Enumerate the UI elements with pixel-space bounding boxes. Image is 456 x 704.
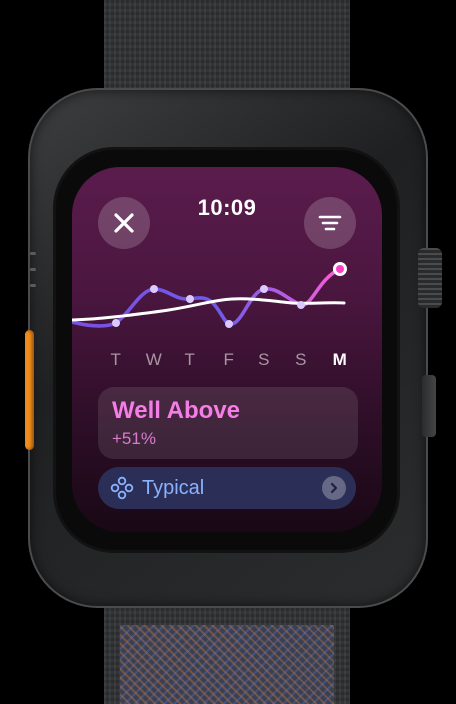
trend-point	[112, 319, 120, 327]
speaker-grille	[30, 268, 36, 271]
typical-label: Typical	[142, 476, 205, 499]
digital-crown[interactable]	[418, 248, 442, 308]
trend-point	[260, 285, 268, 293]
trend-current-point-core	[336, 265, 344, 273]
summary-change: +51%	[112, 429, 156, 448]
weekday-label: W	[145, 350, 163, 369]
summary-title: Well Above	[112, 397, 241, 424]
weekday-label: F	[223, 350, 235, 369]
action-button[interactable]	[25, 330, 34, 450]
summary-card[interactable]: Well Above +51%	[98, 387, 358, 459]
weekday-label: S	[258, 350, 270, 369]
chevron-right-icon	[322, 476, 346, 500]
filter-lines-icon	[318, 215, 342, 231]
speaker-grille	[30, 252, 36, 255]
weekday-label: T	[110, 350, 122, 369]
typical-range-icon	[110, 476, 134, 500]
weekday-label: S	[295, 350, 307, 369]
watch-band-weave	[120, 625, 334, 704]
trend-point	[186, 295, 194, 303]
side-button[interactable]	[422, 375, 436, 437]
weekday-label-current: M	[332, 350, 348, 369]
trend-point	[225, 320, 233, 328]
typical-range-button[interactable]: Typical	[98, 467, 356, 509]
trend-point	[297, 301, 305, 309]
trend-point	[150, 285, 158, 293]
weekday-label: T	[184, 350, 196, 369]
speaker-grille	[30, 284, 36, 287]
weekday-axis: T W T F S S M	[72, 350, 382, 374]
trend-chart	[72, 262, 347, 328]
filter-button[interactable]	[304, 197, 356, 249]
watch-screen: 10:09 T W T F S S M Well Above +51% Typi…	[72, 167, 382, 532]
